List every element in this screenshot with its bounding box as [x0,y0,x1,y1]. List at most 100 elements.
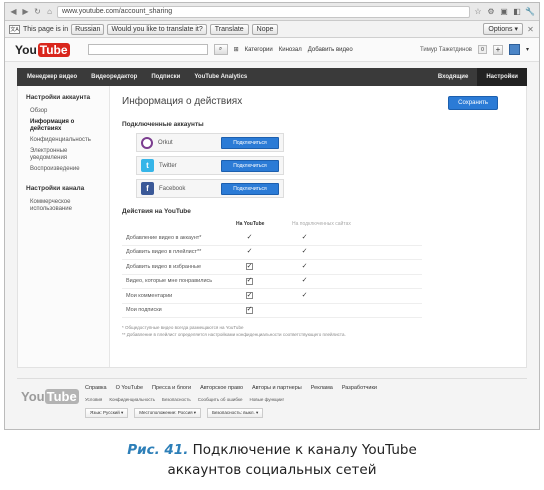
sidebar-item-monetization[interactable]: Коммерческое использование [18,197,109,215]
youtube-logo[interactable]: You Tube [15,42,70,57]
sidebar-item-email[interactable]: Электронные уведомления [18,146,109,164]
nav-subscriptions[interactable]: Подписки [151,74,180,80]
youtube-checkbox[interactable]: ✓ [246,263,253,271]
action-row: Мои комментарии ✓ ✓ [122,289,422,304]
connect-facebook-button[interactable]: Подключиться [221,182,279,195]
footer-small-link[interactable]: Сообщить об ошибке [198,397,243,402]
link-upload[interactable]: Добавить видео [308,47,353,53]
twitter-icon: t [141,159,154,172]
sidebar-heading-channel: Настройки канала [26,185,85,192]
save-button[interactable]: Сохранить [448,96,498,110]
user-name[interactable]: Тимур Тажетдинов [420,47,472,53]
options-label: Options [488,26,513,33]
sidebar-item-overview[interactable]: Обзор [18,106,109,117]
close-icon[interactable]: ✕ [526,24,535,35]
social-checkbox[interactable]: ✓ [301,248,308,256]
notification-count[interactable]: 0 [477,45,487,54]
extension-icon[interactable]: ⚙ [486,7,496,17]
youtube-checkbox[interactable]: ✓ [246,248,253,256]
footer-small-link[interactable]: Безопасность [162,397,191,402]
social-row-orkut: Orkut Подключиться [136,133,284,152]
top-nav: Менеджер видео Видеоредактор Подписки Yo… [17,68,527,86]
extension2-icon[interactable]: ▣ [499,7,509,17]
footer-small-link[interactable]: Условия [85,397,102,402]
logo-tube: Tube [37,42,70,57]
home-icon[interactable]: ⌂ [45,6,54,17]
extension3-icon[interactable]: ◧ [512,7,522,17]
col-youtube: На YouTube [236,221,265,227]
back-icon[interactable]: ◀ [9,6,18,17]
social-list: Orkut Подключиться t Twitter Подключитьс… [136,133,514,198]
link-categories[interactable]: Категории [245,47,273,53]
chevron-down-icon[interactable]: ▾ [526,46,529,53]
youtube-header: You Tube ⌕ ⊞ Категории Кинозал Добавить в… [5,38,539,62]
youtube-checkbox[interactable]: ✓ [246,277,253,285]
nav-video-editor[interactable]: Видеоредактор [91,74,137,80]
plus-button[interactable]: + [492,44,503,55]
action-label: Добавление видео в аккаунт* [126,234,202,241]
search-input[interactable] [87,44,208,55]
search-button[interactable]: ⌕ [213,44,228,55]
main-panel: Информация о действиях Сохранить Подключ… [110,86,526,367]
menu-icon[interactable]: ⊞ [234,46,239,53]
social-checkbox[interactable]: ✓ [301,292,308,299]
social-name: Orkut [158,139,173,146]
footer-link[interactable]: Пресса и блоги [152,385,191,391]
sidebar-item-playback[interactable]: Воспроизведение [18,164,109,175]
translate-button[interactable]: Translate [209,23,249,35]
footer-link[interactable]: Авторы и партнеры [252,385,302,391]
sidebar-item-activity[interactable]: Информация о действиях [18,117,109,135]
footer-logo-you: You [21,389,45,404]
footer-link[interactable]: О YouTube [116,385,143,391]
wrench-icon[interactable]: 🔧 [525,7,535,17]
social-checkbox[interactable]: ✓ [301,277,308,285]
youtube-checkbox[interactable]: ✓ [246,292,253,300]
safety-selector[interactable]: Безопасность: выкл. ▾ [207,408,264,418]
language-select[interactable]: Russian [71,23,105,35]
social-row-twitter: t Twitter Подключиться [136,156,284,175]
figure-caption: Рис. 41. Подключение к каналу YouTube ак… [0,440,544,480]
actions-columns: На YouTube На подключенных сайтах [122,221,514,227]
action-label: Мои комментарии [126,292,173,299]
nav-analytics[interactable]: YouTube Analytics [194,74,247,80]
avatar[interactable] [508,44,520,55]
footer-link[interactable]: Авторское право [200,385,243,391]
location-selector[interactable]: Местоположение: Россия ▾ [134,408,202,418]
nav-inbox[interactable]: Входящие [429,68,477,86]
footer-link[interactable]: Реклама [311,385,333,391]
reload-icon[interactable]: ↻ [33,6,42,17]
orkut-icon [141,136,153,149]
social-checkbox[interactable]: ✓ [301,234,308,241]
youtube-checkbox[interactable]: ✓ [246,306,253,314]
star-icon[interactable]: ☆ [473,7,483,17]
translate-icon: 文A [9,24,20,34]
link-cinema[interactable]: Кинозал [279,47,302,53]
sidebar-item-privacy[interactable]: Конфиденциальность [18,135,109,146]
youtube-checkbox[interactable]: ✓ [246,234,253,241]
sidebar-heading-account: Настройки аккаунта [26,94,91,101]
connect-twitter-button[interactable]: Подключиться [221,159,279,172]
footer-small-link[interactable]: Конфиденциальность [109,397,155,402]
sidebar: Настройки аккаунта Обзор Информация о де… [18,86,110,367]
connect-orkut-button[interactable]: Подключиться [221,136,279,149]
url-field[interactable]: www.youtube.com/account_sharing [57,5,470,18]
action-label: Добавить видео в плейлист** [126,249,202,256]
language-selector[interactable]: Язык: Русский ▾ [85,408,129,418]
translate-question: Would you like to translate it? [107,23,207,35]
search-icon: ⌕ [218,46,223,52]
footer-link[interactable]: Справка [85,385,107,391]
footnote-2: ** Добавление в плейлист определяется на… [122,332,346,337]
footer-link[interactable]: Разработчики [342,385,377,391]
options-button[interactable]: Options ▾ [483,23,523,35]
nav-settings[interactable]: Настройки [477,68,527,86]
actions-heading: Действия на YouTube [122,208,191,215]
nope-button[interactable]: Nope [251,23,279,35]
footer-small-link[interactable]: Новые функции! [249,397,283,402]
social-name: Twitter [159,162,177,169]
action-row: Добавить видео в избранные ✓ ✓ [122,260,422,275]
nav-video-manager[interactable]: Менеджер видео [27,74,77,80]
social-row-facebook: f Facebook Подключиться [136,179,284,198]
forward-icon[interactable]: ▶ [21,6,30,17]
address-bar: ◀ ▶ ↻ ⌂ www.youtube.com/account_sharing … [5,3,539,21]
social-checkbox[interactable]: ✓ [301,263,308,270]
